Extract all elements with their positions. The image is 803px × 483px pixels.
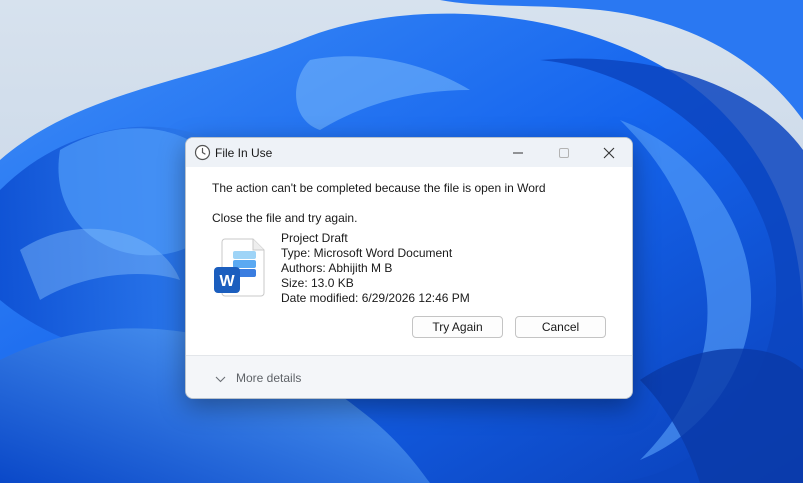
maximize-button xyxy=(541,138,587,167)
file-date-modified: Date modified: 6/29/2026 12:46 PM xyxy=(281,291,470,305)
instruction-text: Close the file and try again. xyxy=(212,211,358,225)
word-document-icon: W xyxy=(213,237,267,299)
more-details-link[interactable]: More details xyxy=(236,371,301,385)
file-type: Type: Microsoft Word Document xyxy=(281,246,453,260)
minimize-icon xyxy=(513,152,523,153)
close-icon xyxy=(603,147,615,158)
file-size: Size: 13.0 KB xyxy=(281,276,354,290)
dialog-titlebar: File In Use xyxy=(186,138,632,167)
try-again-button[interactable]: Try Again xyxy=(412,316,503,338)
clock-icon xyxy=(194,144,211,161)
dialog-title: File In Use xyxy=(215,146,273,160)
word-icon-letter: W xyxy=(219,273,235,290)
file-details: Project Draft Type: Microsoft Word Docum… xyxy=(281,231,470,306)
cancel-button[interactable]: Cancel xyxy=(515,316,606,338)
error-message: The action can't be completed because th… xyxy=(212,181,546,195)
minimize-button[interactable] xyxy=(495,138,541,167)
chevron-down-icon[interactable] xyxy=(215,371,226,383)
close-button[interactable] xyxy=(586,138,632,167)
file-in-use-dialog: File In Use The action can't be complete… xyxy=(185,137,633,399)
file-name: Project Draft xyxy=(281,231,348,245)
maximize-icon xyxy=(559,147,569,158)
dialog-footer: More details xyxy=(186,355,632,398)
file-authors: Authors: Abhijith M B xyxy=(281,261,393,275)
